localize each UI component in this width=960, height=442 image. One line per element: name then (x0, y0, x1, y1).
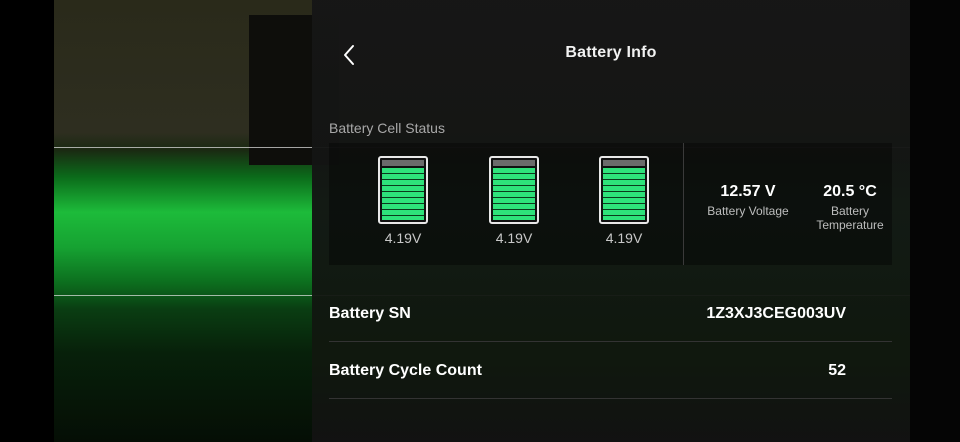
cell-status-divider (683, 143, 684, 265)
battery-cell-icon (599, 156, 649, 224)
battery-sn-label: Battery SN (329, 305, 411, 322)
cell-status-box: 4.19V 4.19V 4.19V 12.57 V Battery Voltag… (329, 143, 892, 265)
battery-sn-row: Battery SN 1Z3XJ3CEG003UV (329, 285, 892, 342)
battery-cell-icon (489, 156, 539, 224)
temperature-label-line1: Battery (830, 204, 869, 218)
cell-voltage: 4.19V (495, 230, 533, 246)
battery-info-panel: Battery Info Battery Cell Status 4.19V 4… (312, 0, 910, 442)
battery-temperature-stat: 20.5 °C Battery Temperature (805, 183, 895, 232)
battery-voltage-stat: 12.57 V Battery Voltage (693, 183, 803, 218)
cell-voltage: 4.19V (384, 230, 422, 246)
page-title: Battery Info (565, 44, 657, 61)
battery-temperature-value: 20.5 °C (823, 183, 877, 200)
battery-voltage-label: Battery Voltage (707, 204, 789, 218)
cell-status-label: Battery Cell Status (329, 120, 445, 136)
left-edge (0, 0, 54, 442)
right-edge (910, 0, 960, 442)
battery-cycle-count-value: 52 (828, 362, 846, 379)
cell-1: 4.19V (376, 156, 430, 246)
battery-cell-icon (378, 156, 428, 224)
battery-cycle-count-row: Battery Cycle Count 52 (329, 342, 892, 399)
temperature-label-line2: Temperature (816, 218, 884, 232)
battery-sn-value: 1Z3XJ3CEG003UV (706, 305, 846, 322)
cell-3: 4.19V (597, 156, 651, 246)
cell-voltage: 4.19V (605, 230, 643, 246)
cell-2: 4.19V (487, 156, 541, 246)
battery-cycle-count-label: Battery Cycle Count (329, 362, 482, 379)
battery-voltage-value: 12.57 V (720, 183, 776, 200)
battery-temperature-label: Battery Temperature (805, 204, 895, 232)
